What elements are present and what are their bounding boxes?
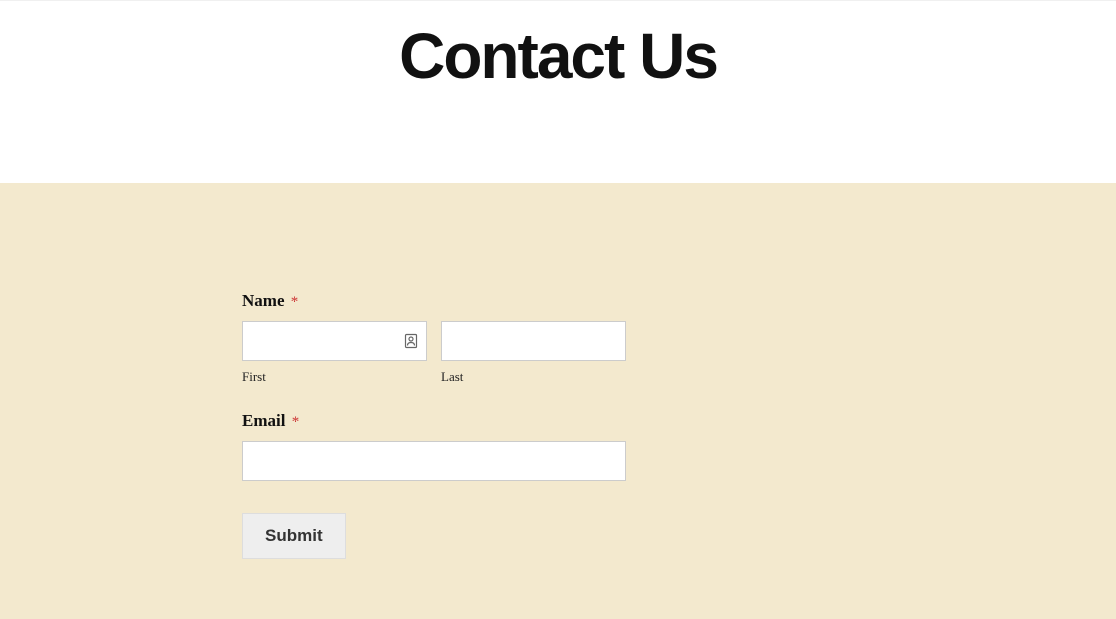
- name-row: First Last: [242, 321, 882, 385]
- first-name-input-wrap: [242, 321, 427, 361]
- name-label: Name *: [242, 291, 882, 311]
- name-field-group: Name * First: [242, 291, 882, 385]
- email-label-text: Email: [242, 411, 285, 430]
- required-mark: *: [292, 414, 300, 430]
- autofill-contact-icon: [403, 333, 419, 349]
- required-mark: *: [291, 294, 299, 310]
- email-field-group: Email *: [242, 411, 882, 481]
- last-name-col: Last: [441, 321, 626, 385]
- last-name-sublabel: Last: [441, 369, 626, 385]
- first-name-col: First: [242, 321, 427, 385]
- last-name-input[interactable]: [441, 321, 626, 361]
- page-title: Contact Us: [0, 19, 1116, 93]
- submit-button[interactable]: Submit: [242, 513, 346, 559]
- first-name-sublabel: First: [242, 369, 427, 385]
- first-name-input[interactable]: [242, 321, 427, 361]
- header-section: Contact Us: [0, 0, 1116, 183]
- email-label: Email *: [242, 411, 882, 431]
- name-label-text: Name: [242, 291, 284, 310]
- contact-form: Name * First: [242, 291, 882, 559]
- form-section: Name * First: [0, 183, 1116, 619]
- email-input[interactable]: [242, 441, 626, 481]
